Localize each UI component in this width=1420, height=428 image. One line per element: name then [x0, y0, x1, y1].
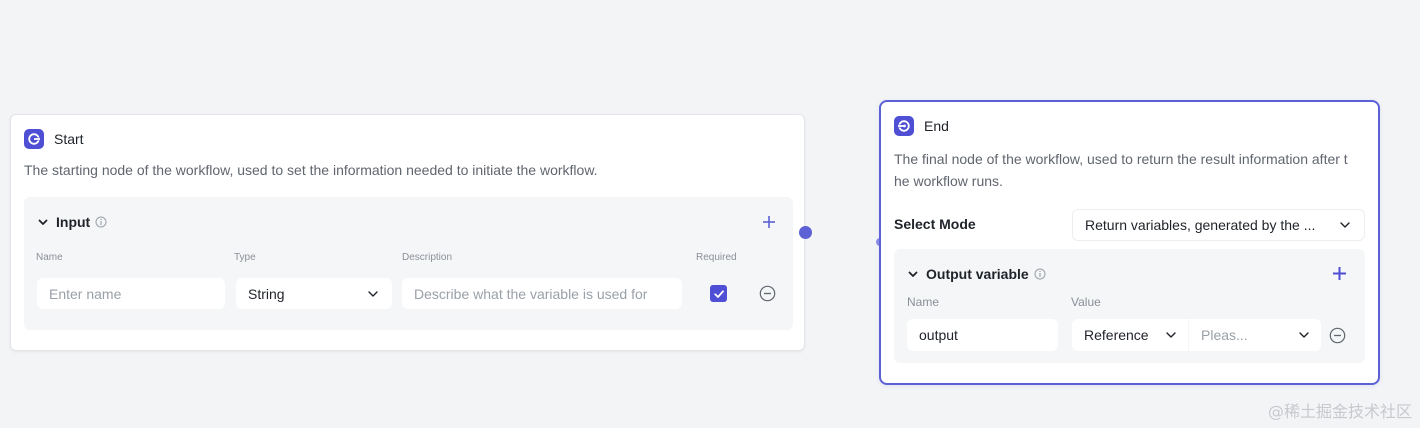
variable-name-input[interactable]: Enter name — [37, 278, 225, 309]
required-checkbox[interactable] — [710, 285, 727, 302]
start-node-title: Start — [54, 131, 84, 147]
start-node-icon — [24, 129, 44, 149]
select-mode-value: Return variables, generated by the ... — [1085, 217, 1316, 233]
variable-description-input[interactable]: Describe what the variable is used for — [402, 278, 682, 309]
variable-type-select[interactable]: String — [236, 278, 392, 309]
end-node-description-line2: he workflow runs. — [894, 173, 1003, 189]
column-label-name: Name — [36, 252, 63, 263]
column-label-description: Description — [402, 252, 453, 263]
chevron-down-icon — [1297, 328, 1311, 342]
output-section-header[interactable]: Output variable — [906, 266, 1046, 282]
info-icon[interactable] — [95, 216, 107, 228]
column-label-value: Value — [1071, 295, 1101, 309]
watermark: @稀土掘金技术社区 — [1267, 402, 1412, 421]
input-section: Input Name Type Description Required Ent… — [24, 197, 793, 330]
end-node-title: End — [924, 118, 949, 134]
checkmark-icon — [713, 289, 724, 298]
end-node[interactable]: End The final node of the workflow, used… — [879, 100, 1380, 385]
output-section-title: Output variable — [926, 266, 1029, 282]
end-node-icon — [894, 116, 914, 136]
remove-input-minus-circle-icon[interactable] — [759, 285, 776, 302]
add-input-plus-icon[interactable] — [761, 214, 777, 230]
input-section-header[interactable]: Input — [36, 214, 107, 230]
input-section-title: Input — [56, 214, 91, 230]
output-section: Output variable Name Value output Refere… — [894, 249, 1365, 363]
output-value-type: Reference — [1084, 327, 1149, 343]
info-icon[interactable] — [1034, 268, 1046, 280]
start-node[interactable]: Start The starting node of the workflow,… — [10, 114, 805, 351]
output-value-type-select[interactable]: Reference — [1072, 319, 1188, 351]
start-output-port[interactable] — [799, 226, 812, 239]
chevron-down-icon — [1338, 218, 1352, 232]
end-node-description-line1: The final node of the workflow, used to … — [894, 151, 1348, 167]
start-node-header: Start — [24, 129, 84, 149]
select-mode-dropdown[interactable]: Return variables, generated by the ... — [1072, 209, 1365, 241]
output-value-placeholder: Pleas... — [1201, 327, 1248, 343]
select-mode-label: Select Mode — [894, 216, 976, 232]
column-label-required: Required — [696, 252, 737, 263]
end-node-header: End — [894, 116, 949, 136]
column-label-type: Type — [234, 252, 256, 263]
chevron-down-icon — [1164, 328, 1178, 342]
add-output-plus-icon[interactable] — [1331, 265, 1347, 281]
end-node-description: The final node of the workflow, used to … — [894, 148, 1369, 192]
chevron-down-icon[interactable] — [36, 215, 50, 229]
remove-output-minus-circle-icon[interactable] — [1329, 327, 1346, 344]
start-node-description: The starting node of the workflow, used … — [24, 162, 598, 178]
chevron-down-icon[interactable] — [906, 267, 920, 281]
output-name-input[interactable]: output — [907, 319, 1058, 351]
variable-type-value: String — [248, 285, 285, 302]
column-label-name: Name — [907, 295, 940, 309]
output-value-reference-select[interactable]: Pleas... — [1189, 319, 1321, 351]
chevron-down-icon — [366, 287, 380, 301]
